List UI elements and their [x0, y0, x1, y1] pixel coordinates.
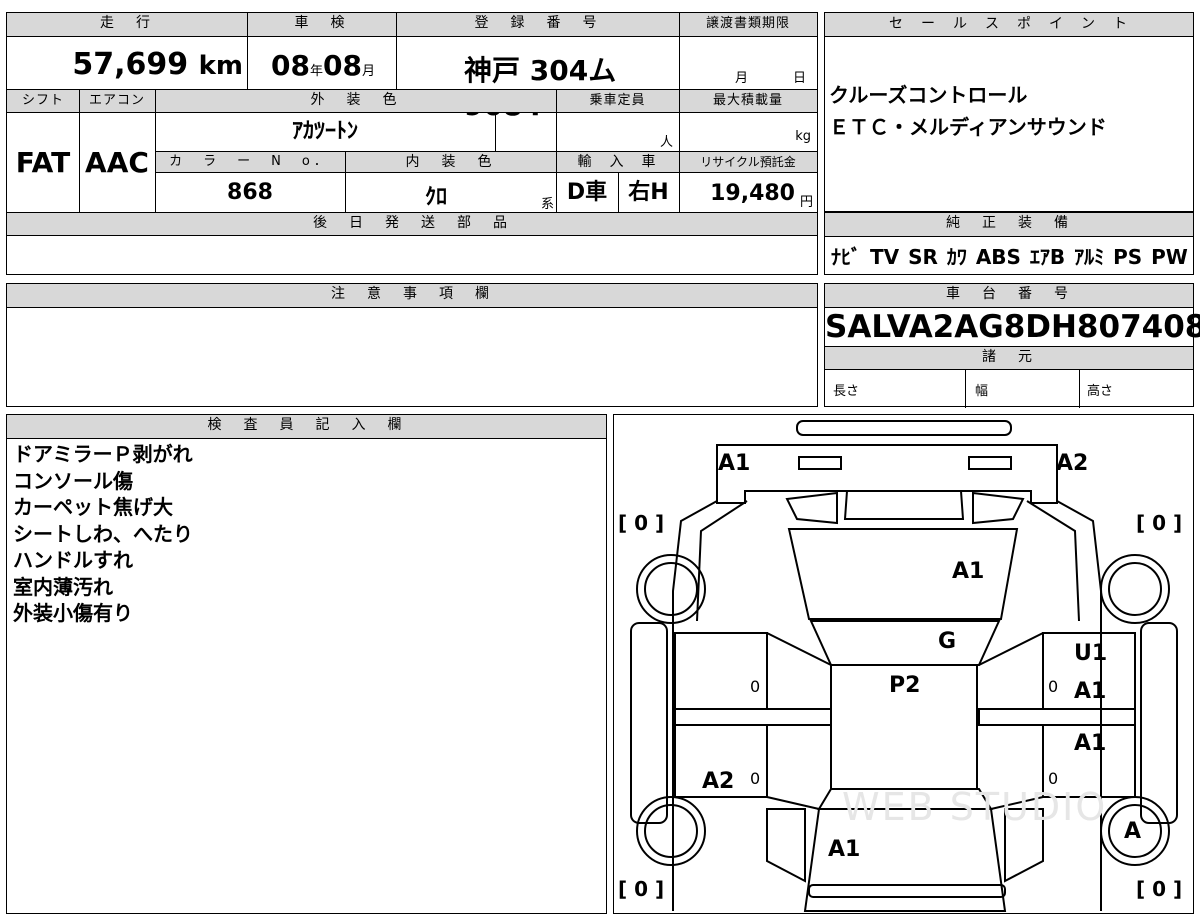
exterior-color-header: 外 装 色: [155, 89, 556, 113]
recycle-header: リサイクル預託金: [679, 151, 817, 173]
width-label: 幅: [975, 384, 989, 399]
inspector-note: カーペット焦げ大: [13, 495, 173, 519]
equipment-item: PS: [1113, 245, 1143, 269]
mileage-value: 57,699: [72, 47, 189, 82]
equipment-item: PW: [1151, 245, 1188, 269]
equipment-item: ABS: [975, 245, 1021, 269]
deadline-month-unit: 月: [735, 71, 749, 86]
sales-point-header: セ ー ル ス ポ イ ン ト: [825, 13, 1193, 37]
inspector-notes-panel: 検 査 員 記 入 欄 ドアミラーＰ剥がれ コンソール傷 カーペット焦げ大 シー…: [6, 414, 607, 914]
mark-windshield: G: [938, 629, 957, 654]
equipment-header: 純 正 装 備: [825, 213, 1193, 237]
capacity-header: 乗車定員: [556, 89, 679, 113]
mark-rear-right: A: [1124, 819, 1142, 844]
car-damage-diagram: A1 A2 A1 G P2 U1 A1 A1 A2 A1 A [ 0 ] [ 0…: [613, 414, 1194, 914]
registration-region: 神戸: [464, 54, 521, 87]
sales-point-panel: セ ー ル ス ポ イ ン ト クルーズコントロール ＥＴＣ・メルディアンサウン…: [824, 12, 1194, 212]
interior-color-header: 内 装 色: [345, 151, 556, 173]
interior-color-cell: ｸﾛ 系: [345, 173, 556, 212]
mileage-header: 走 行: [7, 13, 247, 37]
inspector-note: シートしわ、へたり: [13, 521, 193, 546]
inspector-note: コンソール傷: [13, 468, 133, 493]
small-zero: 0: [750, 769, 761, 788]
notes-header: 注 意 事 項 欄: [7, 284, 817, 308]
import-type-value: D車: [566, 180, 608, 205]
capacity-unit: 人: [659, 135, 673, 150]
year-unit: 年: [309, 64, 323, 79]
exterior-color-value: ｱｶﾂｰﾄﾝ: [291, 119, 358, 144]
recycle-cell: 19,480 円: [679, 173, 817, 212]
sales-point-line: ＥＴＣ・メルディアンサウンド: [829, 115, 1107, 139]
deadline-day-unit: 日: [793, 71, 807, 86]
inspector-note: 外装小傷有り: [13, 601, 133, 625]
deadline-value-cell: 月 日: [679, 37, 817, 89]
length-label: 長さ: [833, 384, 860, 399]
small-zero: 0: [750, 677, 761, 696]
inspector-note: 室内薄汚れ: [13, 574, 113, 599]
tire-mark-rear-right: [ 0 ]: [1136, 877, 1183, 901]
steering-value: 右H: [628, 180, 669, 205]
equipment-item: ｴｱB: [1029, 245, 1066, 269]
notes-panel: 注 意 事 項 欄: [6, 283, 818, 407]
mark-right-rear-door: A1: [1074, 731, 1107, 756]
equipment-item: SR: [908, 245, 938, 269]
inspector-header: 検 査 員 記 入 欄: [7, 415, 606, 439]
mark-left-rear-door: A2: [702, 769, 735, 794]
equipment-item: ﾅﾋﾞ: [831, 245, 861, 269]
mark-roof: P2: [889, 673, 921, 698]
aircon-value: AAC: [85, 146, 149, 179]
aircon-header: エアコン: [79, 89, 155, 113]
vehicle-info-sheet: 走 行 車 検 登 録 番 号 譲渡書類期限 57,699 km 08年08 月 …: [6, 12, 818, 275]
standard-equipment-panel: 純 正 装 備 ﾅﾋﾞ TV SR ｶﾜ ABS ｴｱB ｱﾙﾐ PS PW: [824, 212, 1194, 275]
inspector-notes-list: ドアミラーＰ剥がれ コンソール傷 カーペット焦げ大 シートしわ、へたり ハンドル…: [13, 441, 193, 627]
inspector-note: ハンドルすれ: [13, 548, 133, 572]
tire-mark-front-left: [ 0 ]: [618, 511, 665, 535]
interior-color-suffix: 系: [540, 197, 554, 212]
chassis-panel: 車 台 番 号 SALVA2AG8DH807408 諸 元 長さ 幅 高さ: [824, 283, 1200, 408]
inspection-header: 車 検: [247, 13, 396, 37]
mark-hood: A1: [952, 559, 985, 584]
small-zero: 0: [1048, 677, 1059, 696]
height-label: 高さ: [1087, 384, 1114, 399]
equipment-item: ｶﾜ: [946, 245, 967, 269]
chassis-header: 車 台 番 号: [825, 284, 1193, 308]
tire-mark-front-right: [ 0 ]: [1136, 511, 1183, 535]
import-header: 輸 入 車: [556, 151, 679, 173]
watermark: WEB STUDIO: [842, 785, 1108, 829]
inspector-note: ドアミラーＰ剥がれ: [13, 442, 193, 466]
inspection-month: 08: [322, 49, 362, 82]
interior-color-value: ｸﾛ: [425, 185, 448, 210]
month-unit: 月: [361, 64, 375, 79]
mileage-value-cell: 57,699 km: [7, 37, 247, 89]
transfer-deadline-header: 譲渡書類期限: [679, 13, 817, 37]
mark-front-left: A1: [718, 451, 751, 476]
mark-right-front-door-u: U1: [1074, 641, 1108, 666]
chassis-number: SALVA2AG8DH807408: [825, 309, 1200, 345]
registration-value-cell: 神戸 304ム9084: [396, 37, 679, 122]
mileage-unit: km: [198, 51, 243, 81]
later-parts-header: 後 日 発 送 部 品: [7, 212, 817, 236]
inspection-year: 08: [271, 49, 310, 82]
max-load-unit: kg: [795, 129, 811, 144]
yen-unit: 円: [799, 195, 813, 210]
spec-header: 諸 元: [825, 346, 1193, 370]
inspection-value-cell: 08年08月: [247, 37, 396, 89]
shift-header: シフト: [7, 89, 79, 113]
recycle-value: 19,480: [710, 181, 795, 206]
tire-mark-rear-left: [ 0 ]: [618, 877, 665, 901]
mark-front-right: A2: [1056, 451, 1089, 476]
shift-value: FAT: [15, 146, 71, 179]
max-load-header: 最大積載量: [679, 89, 817, 113]
capacity-cell: 人: [556, 113, 679, 151]
max-load-cell: kg: [679, 113, 817, 151]
color-no-value: 868: [227, 180, 273, 205]
registration-header: 登 録 番 号: [396, 13, 679, 37]
equipment-list: ﾅﾋﾞ TV SR ｶﾜ ABS ｴｱB ｱﾙﾐ PS PW: [831, 241, 1188, 270]
mark-trunk: A1: [828, 837, 861, 862]
equipment-item: TV: [869, 245, 900, 269]
equipment-item: ｱﾙﾐ: [1074, 245, 1105, 269]
mark-right-front-door-a: A1: [1074, 679, 1107, 704]
sales-point-line: クルーズコントロール: [829, 83, 1028, 107]
color-no-header: カ ラ ー N o．: [155, 151, 345, 173]
